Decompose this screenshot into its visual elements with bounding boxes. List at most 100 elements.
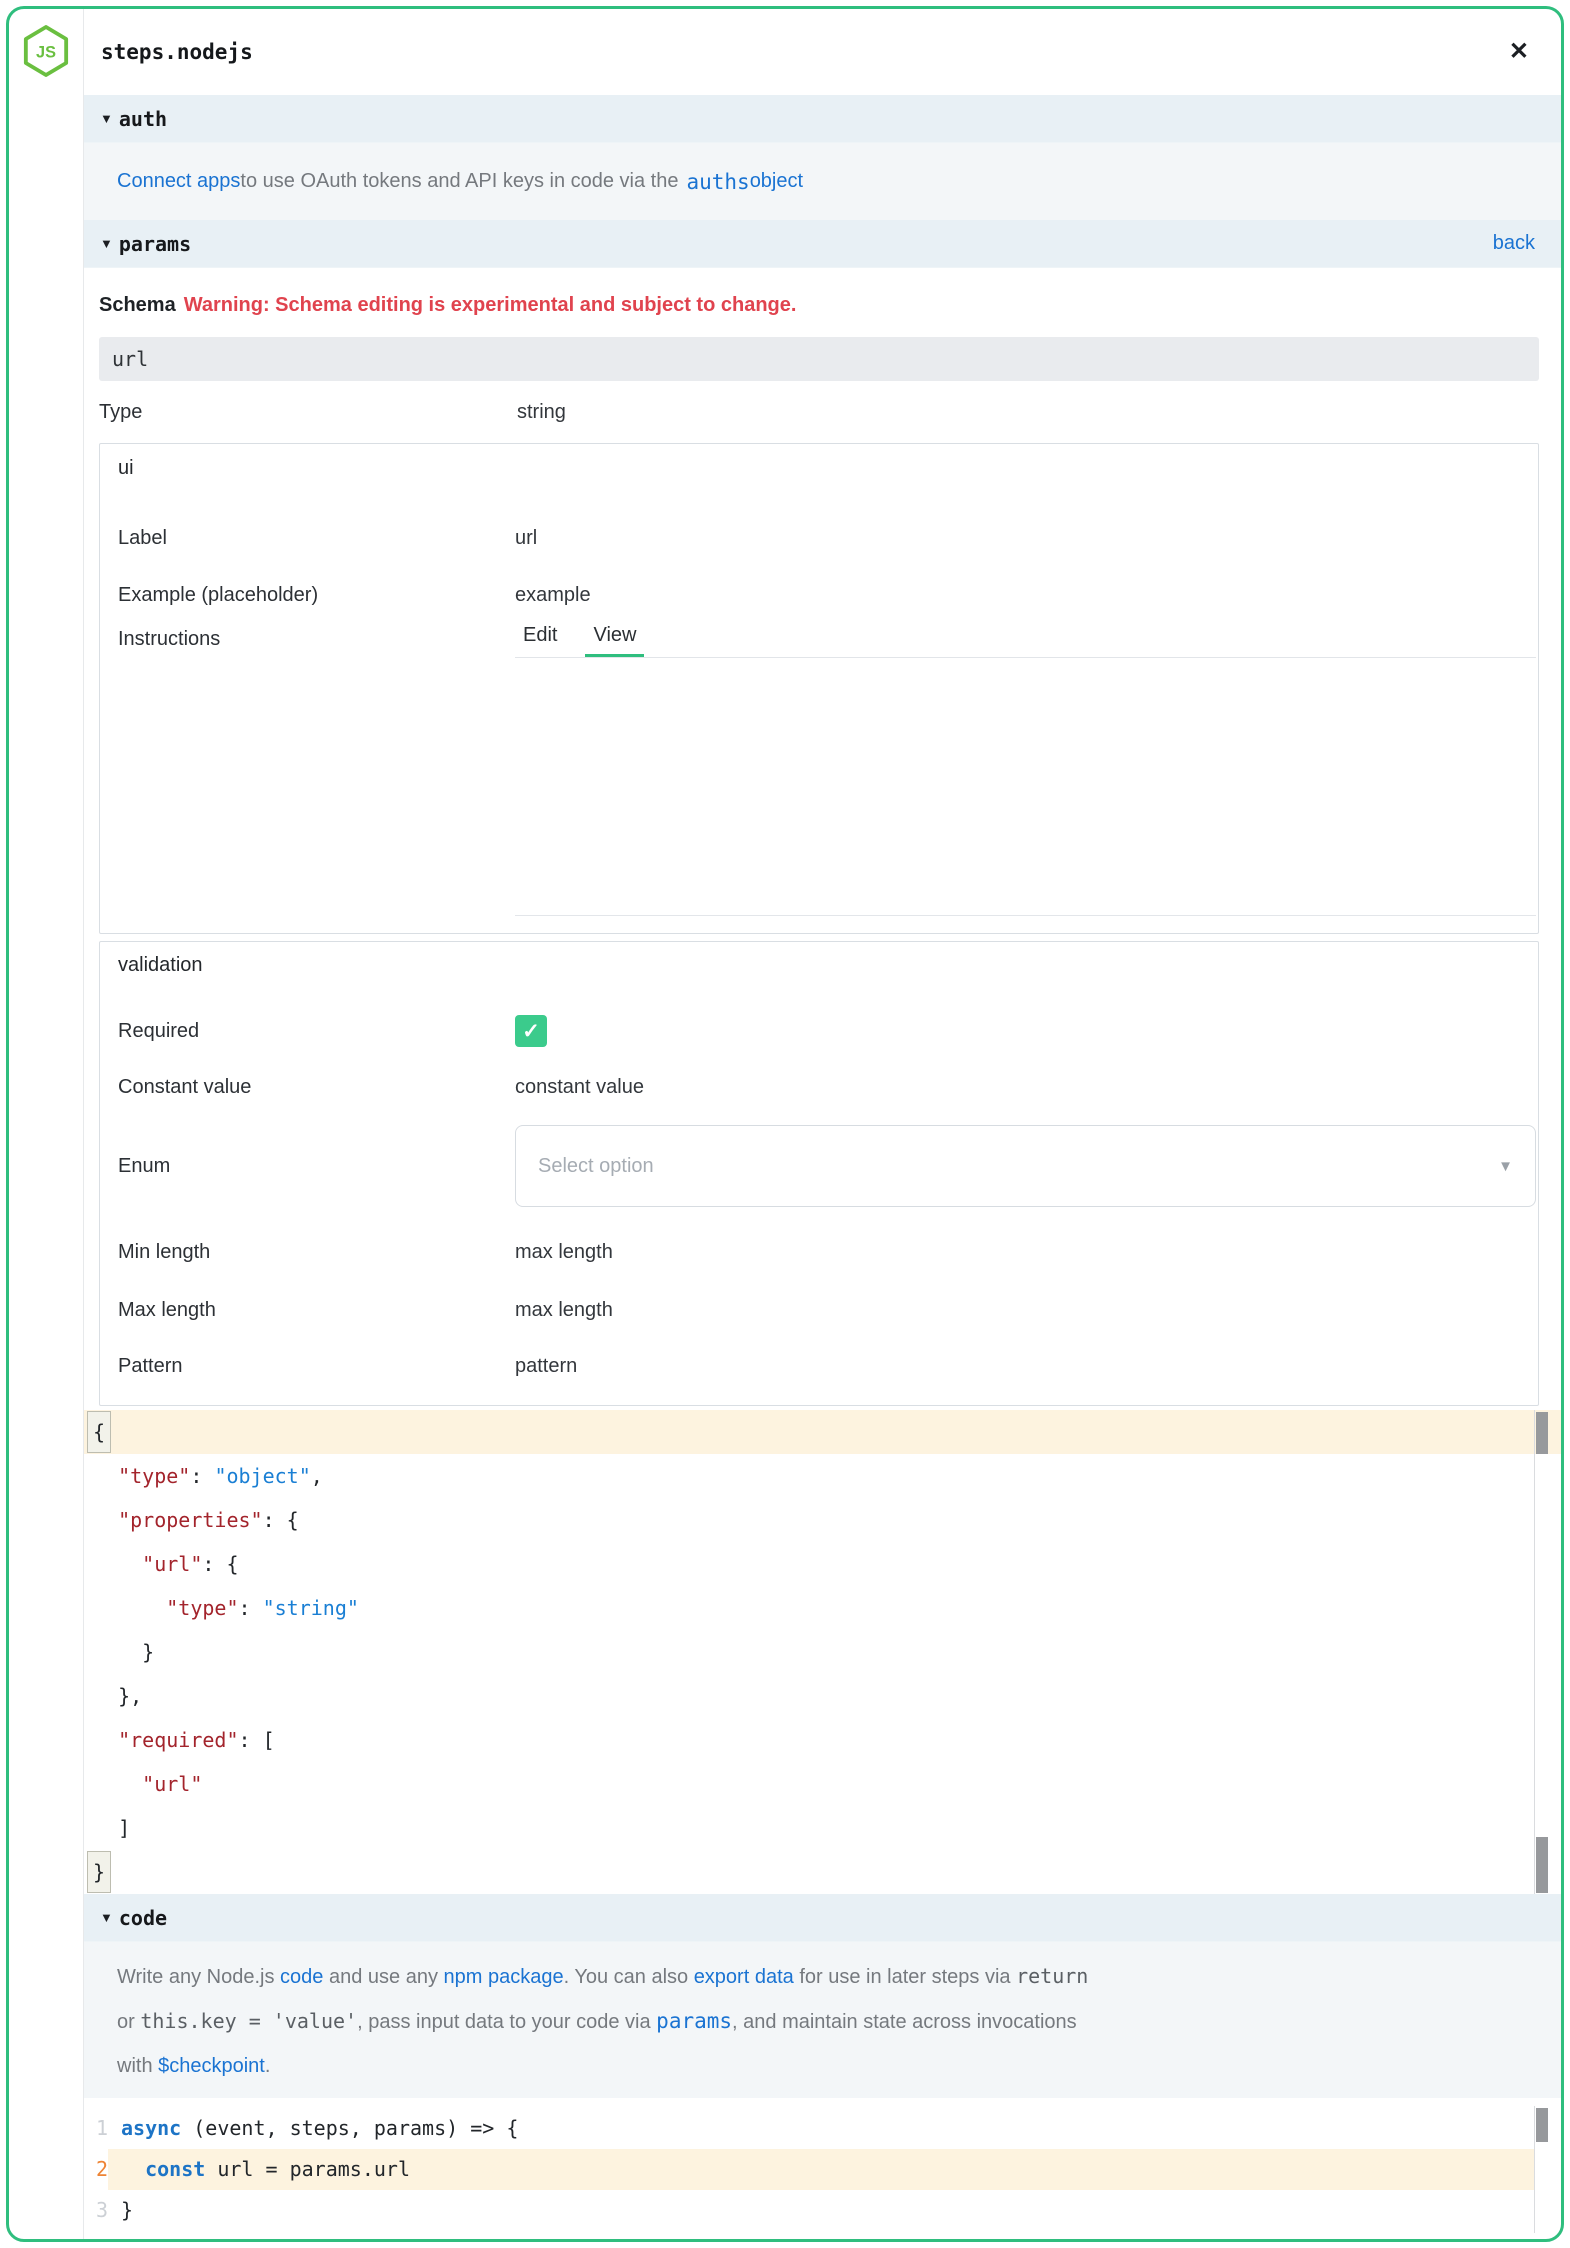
params-section-label: params xyxy=(119,232,1493,256)
close-icon[interactable]: ✕ xyxy=(1509,40,1529,64)
min-length-input[interactable]: max length xyxy=(515,1241,613,1264)
field-label: Instructions xyxy=(118,624,515,651)
text-segment: return xyxy=(1016,1964,1088,1988)
code-token: "type" xyxy=(166,1596,238,1620)
enum-select[interactable]: Select option ▼ xyxy=(515,1125,1536,1207)
nodejs-code-editor[interactable]: 1async (event, steps, params) => {2 cons… xyxy=(84,2098,1561,2239)
code-token xyxy=(94,1772,142,1796)
field-label: Enum xyxy=(118,1155,515,1178)
type-label: Type xyxy=(99,401,517,424)
schema-editor-line[interactable]: { xyxy=(84,1410,1561,1454)
collapse-triangle-icon: ▼ xyxy=(100,1910,113,1925)
code-token xyxy=(94,1552,142,1576)
max-length-row: Max length max length xyxy=(118,1281,1536,1339)
code-editor-line[interactable]: 1async (event, steps, params) => { xyxy=(84,2108,1561,2149)
inline-link[interactable]: auths xyxy=(686,170,749,194)
field-label: Example (placeholder) xyxy=(118,584,515,607)
validation-group-box: validation Required ✓ Constant value con… xyxy=(99,941,1539,1406)
code-token: : [ xyxy=(239,1728,275,1752)
code-token: url = params.url xyxy=(205,2157,410,2181)
schema-line: SchemaWarning: Schema editing is experim… xyxy=(99,294,1539,317)
inline-link[interactable]: Connect apps xyxy=(117,170,240,193)
type-select[interactable]: string xyxy=(517,401,566,424)
scrollbar-track[interactable] xyxy=(1534,2106,1535,2233)
inline-link[interactable]: params xyxy=(656,2009,732,2033)
text-segment: for use in later steps via xyxy=(794,1966,1016,1988)
back-link[interactable]: back xyxy=(1493,232,1535,255)
code-token: "url" xyxy=(142,1552,202,1576)
enum-select-placeholder: Select option xyxy=(538,1155,1498,1178)
scrollbar-thumb[interactable] xyxy=(1536,2108,1548,2142)
enum-row: Enum Select option ▼ xyxy=(118,1125,1536,1207)
schema-json-editor[interactable]: { "type": "object", "properties": { "url… xyxy=(84,1410,1561,1894)
step-type-rail: JS xyxy=(9,9,84,2239)
code-description-line: with $checkpoint. xyxy=(117,2044,1517,2088)
code-token: "properties" xyxy=(118,1508,263,1532)
code-description: Write any Node.js code and use any npm p… xyxy=(84,1942,1561,2098)
required-checkbox[interactable]: ✓ xyxy=(515,1015,547,1047)
pattern-input[interactable]: pattern xyxy=(515,1355,577,1378)
inline-link[interactable]: export data xyxy=(694,1966,794,1988)
code-line-content: } xyxy=(108,2190,1535,2231)
code-editor-line[interactable]: 2 const url = params.url xyxy=(84,2149,1561,2190)
schema-editor-line[interactable]: ] xyxy=(84,1806,1561,1850)
text-segment: this.key = 'value' xyxy=(140,2009,357,2033)
code-token: : xyxy=(190,1464,214,1488)
ui-group-box: ui Label url Example (placeholder) examp… xyxy=(99,443,1539,934)
bracket-fold-marker[interactable]: } xyxy=(87,1851,111,1893)
code-token: "type" xyxy=(118,1464,190,1488)
params-section-header[interactable]: ▼ params back xyxy=(84,220,1561,268)
code-token: : { xyxy=(263,1508,299,1532)
inline-link[interactable]: object xyxy=(750,170,803,193)
schema-editor-line[interactable]: "type": "string" xyxy=(84,1586,1561,1630)
scrollbar-track[interactable] xyxy=(1534,1410,1535,1894)
schema-editor-line[interactable]: "required": [ xyxy=(84,1718,1561,1762)
example-field-input[interactable]: example xyxy=(515,584,591,607)
text-segment: and use any xyxy=(323,1966,443,1988)
auth-section-label: auth xyxy=(119,107,1535,131)
schema-editor-line[interactable]: "url": { xyxy=(84,1542,1561,1586)
chevron-down-icon: ▼ xyxy=(1498,1158,1513,1175)
text-segment: to use OAuth tokens and API keys in code… xyxy=(240,170,678,193)
tab-edit[interactable]: Edit xyxy=(515,624,565,657)
tab-view[interactable]: View xyxy=(585,624,644,657)
auth-section-header[interactable]: ▼ auth xyxy=(84,95,1561,143)
max-length-input[interactable]: max length xyxy=(515,1299,613,1322)
field-label: Pattern xyxy=(118,1355,515,1378)
text-segment: , pass input data to your code via xyxy=(357,2011,656,2033)
code-editor-line[interactable]: 3} xyxy=(84,2190,1561,2231)
schema-editor-line[interactable]: "url" xyxy=(84,1762,1561,1806)
constant-value-input[interactable]: constant value xyxy=(515,1076,644,1099)
instructions-tabs: Edit View xyxy=(515,624,1536,658)
code-token: "url" xyxy=(142,1772,202,1796)
bracket-fold-marker[interactable]: { xyxy=(87,1411,111,1453)
code-token: } xyxy=(121,2198,133,2222)
required-row: Required ✓ xyxy=(118,1001,1536,1061)
collapse-triangle-icon: ▼ xyxy=(100,236,113,251)
ui-group-heading: ui xyxy=(118,457,1536,480)
code-section-header[interactable]: ▼ code xyxy=(84,1894,1561,1942)
code-token: } xyxy=(94,1640,154,1664)
label-field-input[interactable]: url xyxy=(515,527,537,550)
nodejs-icon: JS xyxy=(22,25,70,77)
text-segment: . You can also xyxy=(564,1966,694,1988)
code-token: } xyxy=(93,1860,105,1884)
param-name-input[interactable]: url xyxy=(99,337,1539,381)
label-field-row: Label url xyxy=(118,510,1536,567)
text-segment: , and maintain state across invocations xyxy=(732,2011,1077,2033)
schema-editor-line[interactable]: "type": "object", xyxy=(84,1454,1561,1498)
titlebar: steps.nodejs ✕ xyxy=(84,9,1561,95)
inline-link[interactable]: code xyxy=(280,1966,323,1988)
schema-editor-line[interactable]: "properties": { xyxy=(84,1498,1561,1542)
code-token xyxy=(94,1728,118,1752)
inline-link[interactable]: npm package xyxy=(444,1966,564,1988)
step-editor-dialog: JS steps.nodejs ✕ ▼ auth Connect apps to… xyxy=(6,6,1564,2242)
schema-editor-line[interactable]: } xyxy=(84,1630,1561,1674)
scrollbar-thumb[interactable] xyxy=(1536,1837,1548,1893)
scrollbar-thumb[interactable] xyxy=(1536,1412,1548,1454)
inline-link[interactable]: $checkpoint xyxy=(158,2055,265,2077)
text-segment: . xyxy=(265,2055,271,2077)
schema-editor-line[interactable]: } xyxy=(84,1850,1561,1894)
validation-group-heading: validation xyxy=(118,954,1536,977)
schema-editor-line[interactable]: }, xyxy=(84,1674,1561,1718)
